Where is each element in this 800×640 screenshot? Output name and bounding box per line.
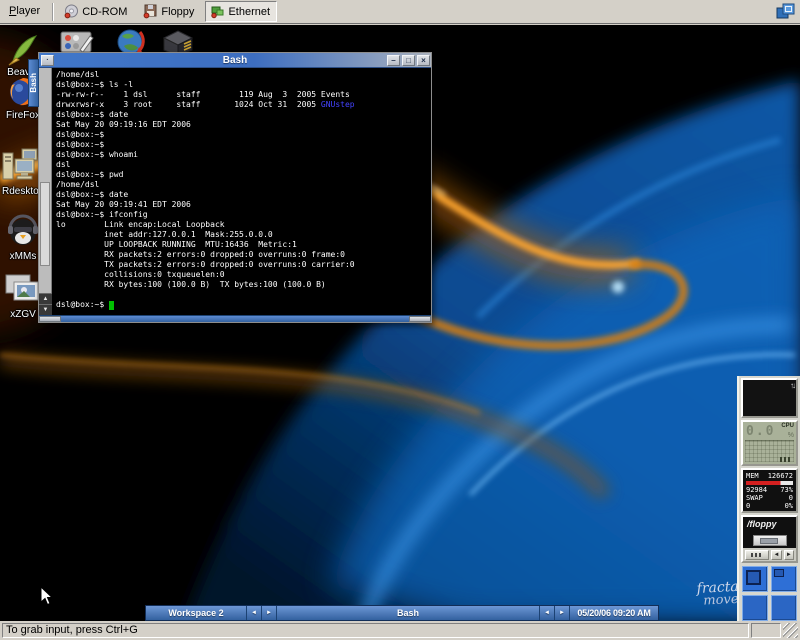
resize-grip-left[interactable]	[39, 316, 61, 322]
penguin-icon	[5, 212, 41, 250]
mem-used-pct: 73%	[780, 486, 793, 494]
pager-workspace-4[interactable]	[771, 595, 797, 621]
window-prev-button[interactable]: ◄	[540, 606, 555, 620]
workspace-next-button[interactable]: ►	[262, 606, 277, 620]
cpu-unit: %	[788, 432, 794, 439]
memory-monitor-applet[interactable]: MEM 126672 92984 73% SWAP 0 0 0%	[741, 468, 798, 513]
cpu-monitor-applet[interactable]: 0.0 CPU %	[741, 420, 798, 466]
status-cell	[751, 623, 781, 638]
ethernet-button[interactable]: Ethernet	[205, 1, 277, 22]
image-viewer-icon	[4, 272, 42, 308]
taskbar-clock[interactable]: 05/20/06 09:20 AM	[570, 606, 658, 620]
swap-total: 0	[789, 494, 793, 502]
mem-bar	[746, 481, 793, 485]
net-updown-icon: ↑↓	[790, 381, 794, 390]
swap-label: SWAP	[746, 494, 763, 502]
window-tab-label: Bash	[29, 73, 38, 93]
mount-icon	[751, 553, 763, 557]
workspace-prev-button[interactable]: ◄	[247, 606, 262, 620]
mem-used: 92984	[746, 486, 767, 494]
window-side-tab[interactable]: Bash	[28, 59, 39, 107]
workspace-pager	[742, 566, 800, 621]
swap-used: 0	[746, 502, 750, 510]
taskbar-window-title[interactable]: Bash	[277, 606, 540, 620]
window-resize-handle[interactable]	[39, 315, 431, 322]
scrollbar-thumb[interactable]	[40, 182, 50, 266]
floppy-button[interactable]: Floppy	[138, 1, 201, 22]
pager-workspace-2[interactable]	[771, 566, 797, 592]
terminal-scrollbar[interactable]: ▲ ▼	[39, 68, 52, 315]
cdrom-icon	[64, 4, 79, 19]
floppy-next-button[interactable]: ►	[784, 550, 794, 560]
window-title: Bash	[39, 55, 431, 66]
pager-workspace-3[interactable]	[742, 595, 768, 621]
mouse-cursor	[40, 586, 54, 606]
mem-title: MEM	[746, 472, 759, 480]
vmware-player-window: Player CD-ROM Floppy	[0, 0, 800, 640]
window-resize-grip[interactable]	[783, 623, 798, 638]
status-message: To grab input, press Ctrl+G	[2, 623, 749, 638]
floppy-display: /floppy	[743, 517, 796, 548]
toolbar-separator	[52, 3, 54, 21]
window-titlebar[interactable]: · Bash – □ ×	[39, 53, 431, 68]
workspace-indicator[interactable]: Workspace 2	[146, 606, 247, 620]
scroll-down-button[interactable]: ▼	[39, 304, 52, 315]
maximize-button[interactable]: □	[402, 55, 415, 66]
terminal-text[interactable]: /home/dsldsl@box:~$ ls -l-rw-rw-r-- 1 ds…	[52, 68, 431, 315]
player-menu[interactable]: Player	[0, 2, 49, 21]
cpu-activity	[780, 457, 792, 462]
close-button[interactable]: ×	[417, 55, 430, 66]
minimize-button[interactable]: –	[387, 55, 400, 66]
mount-button[interactable]	[745, 550, 769, 560]
floppy-buttons: ◄ ►	[743, 548, 796, 561]
floppy-prev-button[interactable]: ◄	[771, 550, 781, 560]
pager-window-large	[746, 570, 761, 585]
sticky-button[interactable]: ·	[41, 55, 54, 66]
cdrom-label: CD-ROM	[82, 6, 127, 18]
taskbar: Workspace 2 ◄ ► Bash ◄ ► 05/20/06 09:20 …	[145, 605, 659, 621]
cpu-value: 0.0	[746, 424, 775, 439]
dock-panel: ↑↓ 0.0 CPU % MEM 126672 92984 73%	[737, 376, 800, 621]
mem-total: 126672	[768, 472, 793, 480]
vmware-fullscreen-icon[interactable]	[776, 3, 796, 20]
pager-window-small	[774, 569, 784, 577]
ethernet-label: Ethernet	[228, 6, 270, 18]
guest-screen: fractal movement	[0, 25, 800, 621]
ethernet-icon	[210, 4, 225, 19]
cpu-graph	[745, 440, 794, 462]
floppy-disk-icon	[753, 535, 787, 546]
terminal-body: ▲ ▼ /home/dsldsl@box:~$ ls -l-rw-rw-r-- …	[39, 68, 431, 315]
window-next-button[interactable]: ►	[555, 606, 570, 620]
floppy-icon	[143, 4, 158, 19]
scroll-up-button[interactable]: ▲	[39, 293, 52, 304]
floppy-label: Floppy	[161, 6, 194, 18]
vmware-statusbar: To grab input, press Ctrl+G	[0, 621, 800, 640]
floppy-mount-label: /floppy	[747, 519, 777, 529]
resize-grip-right[interactable]	[409, 316, 431, 322]
swap-pct: 0%	[785, 502, 793, 510]
floppy-mount-applet: /floppy ◄ ►	[741, 515, 798, 563]
net-monitor-applet[interactable]: ↑↓	[741, 378, 798, 418]
cpu-label: CPU	[781, 423, 794, 429]
cdrom-button[interactable]: CD-ROM	[59, 1, 134, 22]
vmware-toolbar: Player CD-ROM Floppy	[0, 0, 800, 24]
pager-workspace-1[interactable]	[742, 566, 768, 592]
bash-window: Bash · Bash – □ × ▲ ▼ /home/dsldsl@box:~…	[38, 52, 432, 323]
